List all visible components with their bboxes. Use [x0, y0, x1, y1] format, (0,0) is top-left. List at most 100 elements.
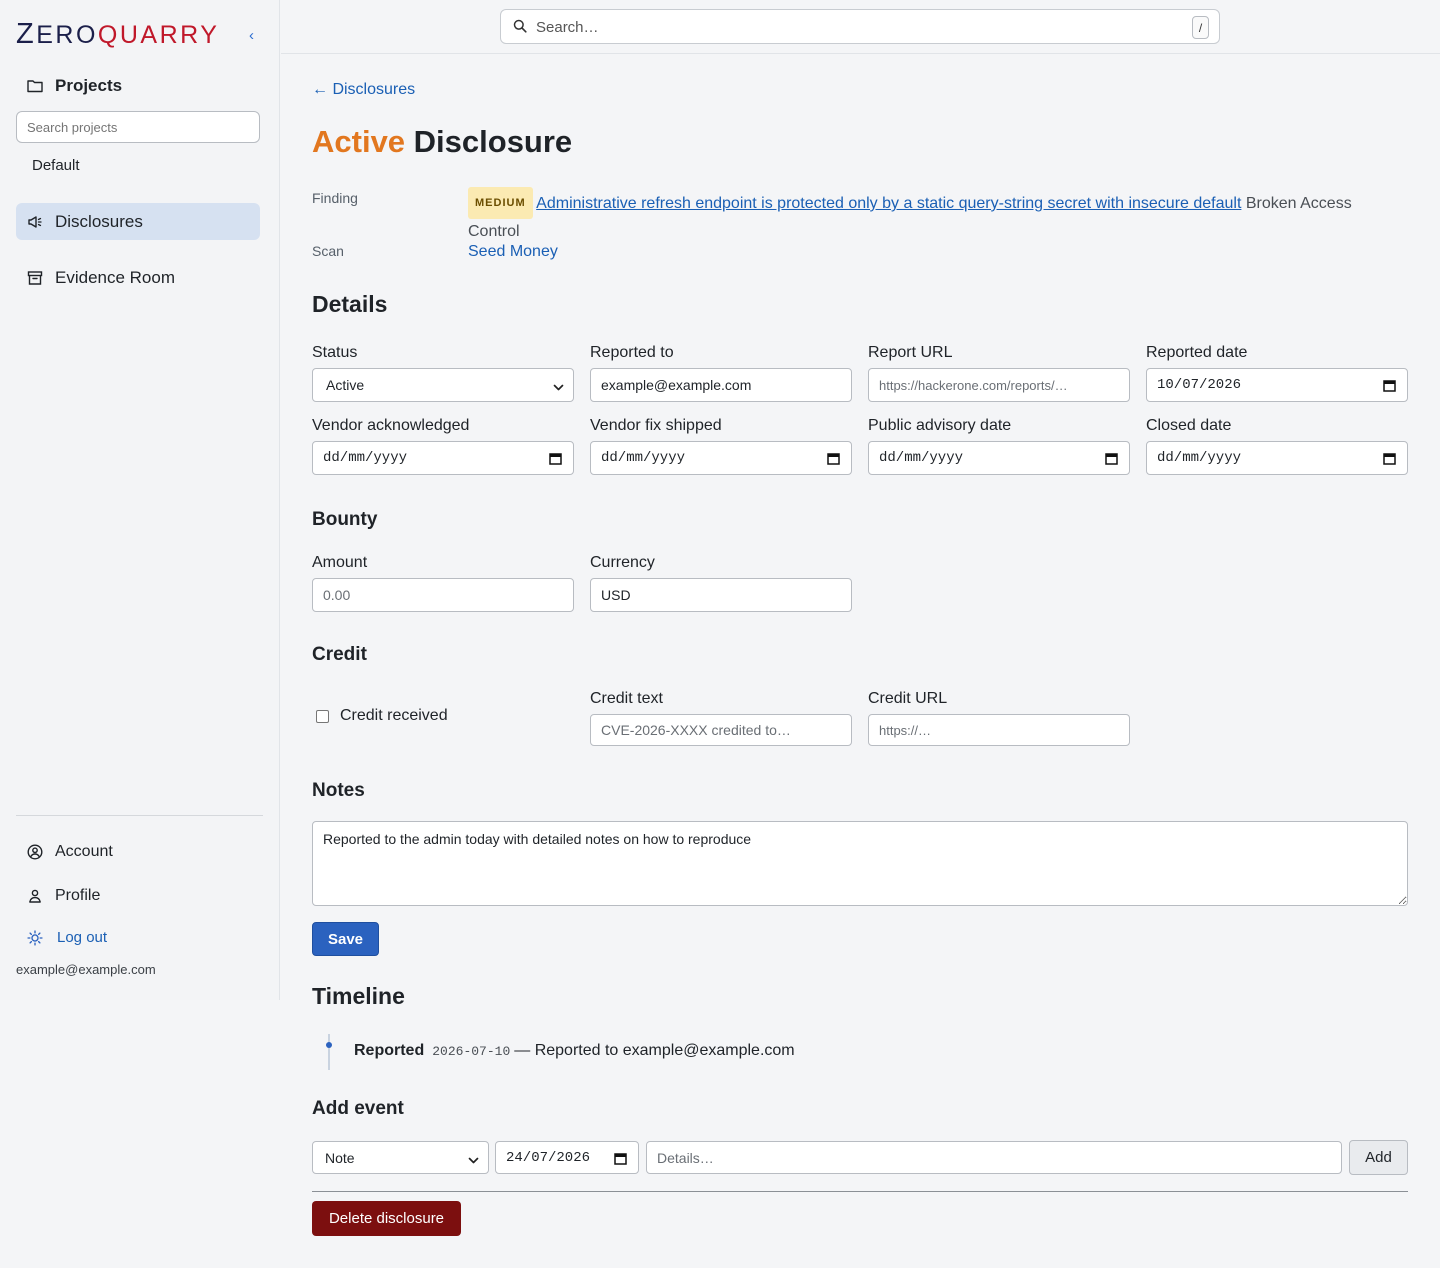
public-advisory-label: Public advisory date — [868, 417, 1012, 434]
credit-url-input[interactable]: https://… — [868, 714, 1130, 746]
sidebar-item-account[interactable]: Account — [16, 833, 260, 870]
status-select[interactable]: Active — [312, 368, 574, 402]
logo-letter-z: Z — [16, 18, 37, 50]
global-search[interactable]: / — [500, 9, 1220, 44]
credit-heading: Credit — [312, 644, 367, 665]
reported-to-input[interactable]: example@example.com — [590, 368, 852, 402]
logo-row: ZEROQUARRY ‹ — [16, 18, 264, 52]
vendor-fix-label: Vendor fix shipped — [590, 417, 722, 434]
sidebar-item-profile[interactable]: Profile — [16, 877, 260, 914]
status-label: Status — [312, 344, 358, 361]
user-circle-icon — [27, 843, 43, 860]
severity-badge: MEDIUM — [468, 187, 533, 219]
timeline-dot — [326, 1042, 332, 1048]
folder-icon — [27, 78, 43, 94]
scan-label: Scan — [312, 243, 344, 259]
event-date-value: 24/07/2026 — [506, 1149, 591, 1166]
sidebar-item-disclosures[interactable]: Disclosures — [16, 203, 260, 240]
sidebar-item-label: Evidence Room — [55, 267, 176, 287]
bounty-heading: Bounty — [312, 509, 378, 530]
sidebar-item-label: Projects — [55, 75, 123, 95]
add-event-heading: Add event — [312, 1098, 404, 1119]
megaphone-icon — [27, 214, 43, 230]
collapse-sidebar-button[interactable]: ‹ — [249, 27, 254, 44]
credit-received-label[interactable]: Credit received — [340, 707, 448, 725]
project-search-input[interactable] — [16, 111, 260, 143]
add-event-button[interactable]: Add — [1349, 1140, 1408, 1175]
closed-date-label: Closed date — [1146, 417, 1232, 434]
reported-date-label: Reported date — [1146, 344, 1248, 361]
calendar-icon[interactable] — [549, 452, 562, 470]
finding-value: MEDIUM Administrative refresh endpoint i… — [468, 187, 1398, 245]
logout-link[interactable]: Log out — [16, 919, 260, 956]
timeline-line — [328, 1034, 330, 1070]
closed-date-input[interactable]: dd/mm/yyyy — [1146, 441, 1408, 475]
user-email: example@example.com — [16, 962, 156, 977]
sidebar-item-label: Profile — [55, 886, 101, 904]
finding-link[interactable]: Administrative refresh endpoint is prote… — [536, 195, 1241, 212]
page-title: Active Disclosure — [312, 124, 572, 160]
date-placeholder: dd/mm/yyyy — [601, 450, 686, 466]
event-details-input[interactable]: Details… — [646, 1141, 1342, 1174]
search-icon — [513, 19, 527, 38]
back-to-disclosures-link[interactable]: ← Disclosures — [312, 81, 415, 99]
status-select-value: Active — [326, 377, 365, 393]
date-placeholder: dd/mm/yyyy — [323, 450, 408, 466]
sidebar: ZEROQUARRY ‹ Projects Default Disclosure… — [0, 0, 280, 1000]
delete-disclosure-button[interactable]: Delete disclosure — [312, 1201, 461, 1236]
timeline-event-detail: — Reported to example@example.com — [514, 1042, 795, 1059]
section-divider — [312, 1191, 1408, 1192]
topbar: / — [281, 0, 1440, 54]
timeline-event-date: 2026-07-10 — [432, 1044, 511, 1059]
calendar-icon[interactable] — [1383, 452, 1396, 470]
timeline-event: Reported 2026-07-10— Reported to example@… — [354, 1042, 795, 1060]
reported-date-value: 10/07/2026 — [1157, 377, 1242, 393]
currency-label: Currency — [590, 554, 655, 571]
sidebar-divider — [16, 815, 263, 816]
project-item-default[interactable]: Default — [32, 157, 80, 174]
amount-label: Amount — [312, 554, 368, 571]
event-type-value: Note — [325, 1149, 355, 1166]
sidebar-item-label: Disclosures — [55, 211, 143, 231]
event-type-select[interactable]: Note — [312, 1141, 489, 1174]
report-url-input[interactable]: https://hackerone.com/reports/… — [868, 368, 1130, 402]
search-shortcut-hint: / — [1192, 16, 1209, 39]
scan-link[interactable]: Seed Money — [468, 243, 558, 260]
amount-input[interactable]: 0.00 — [312, 578, 574, 612]
details-heading: Details — [312, 291, 388, 317]
sidebar-item-projects[interactable]: Projects — [16, 67, 260, 104]
calendar-icon[interactable] — [1383, 379, 1396, 397]
public-advisory-input[interactable]: dd/mm/yyyy — [868, 441, 1130, 475]
chevron-down-icon — [553, 380, 564, 396]
notes-heading: Notes — [312, 780, 365, 801]
vendor-ack-input[interactable]: dd/mm/yyyy — [312, 441, 574, 475]
notes-textarea[interactable]: Reported to the admin today with detaile… — [312, 821, 1408, 906]
vendor-fix-input[interactable]: dd/mm/yyyy — [590, 441, 852, 475]
date-placeholder: dd/mm/yyyy — [879, 450, 964, 466]
logo-text-quarry: QUARRY — [97, 21, 220, 49]
vendor-ack-label: Vendor acknowledged — [312, 417, 470, 434]
calendar-icon[interactable] — [1105, 452, 1118, 470]
report-url-label: Report URL — [868, 344, 953, 361]
currency-input[interactable]: USD — [590, 578, 852, 612]
zeroquarry-logo[interactable]: ZEROQUARRY — [16, 18, 219, 51]
calendar-icon[interactable] — [614, 1152, 627, 1170]
reported-date-input[interactable]: 10/07/2026 — [1146, 368, 1408, 402]
credit-received-checkbox[interactable] — [316, 710, 329, 723]
reported-to-label: Reported to — [590, 344, 674, 361]
event-date-input[interactable]: 24/07/2026 — [495, 1141, 639, 1174]
title-rest: Disclosure — [405, 124, 573, 159]
finding-label: Finding — [312, 190, 358, 206]
sun-icon[interactable] — [27, 929, 43, 946]
sidebar-item-evidence-room[interactable]: Evidence Room — [16, 259, 260, 296]
timeline-heading: Timeline — [312, 983, 405, 1009]
logout-label: Log out — [57, 929, 108, 946]
logo-text-ero: ERO — [36, 21, 98, 49]
person-icon — [27, 888, 43, 904]
credit-url-label: Credit URL — [868, 690, 948, 707]
calendar-icon[interactable] — [827, 452, 840, 470]
save-button[interactable]: Save — [312, 922, 379, 956]
date-placeholder: dd/mm/yyyy — [1157, 450, 1242, 466]
global-search-input[interactable] — [536, 16, 1176, 38]
credit-text-input[interactable]: CVE-2026-XXXX credited to… — [590, 714, 852, 746]
